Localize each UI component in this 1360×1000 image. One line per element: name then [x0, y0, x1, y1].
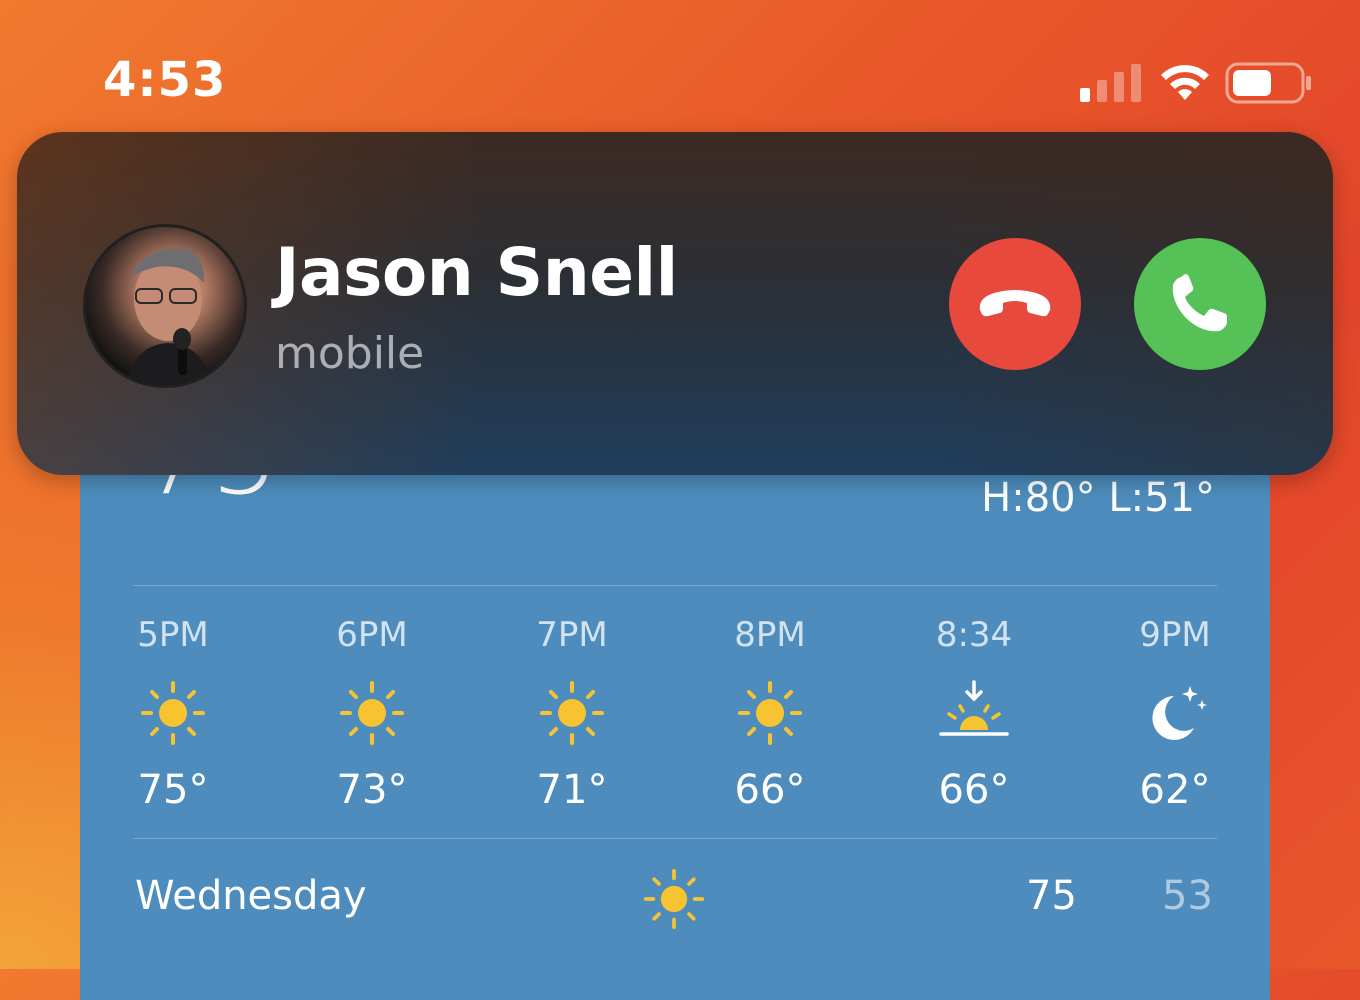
day-low: 53: [1162, 873, 1213, 919]
hour-time: 7PM: [536, 615, 608, 655]
sun-icon: [502, 680, 642, 750]
wifi-icon: [1161, 65, 1209, 100]
high-low: H:80° L:51°: [981, 475, 1215, 521]
divider: [133, 838, 1217, 839]
hour-time: 6PM: [336, 615, 408, 655]
hour-time: 8PM: [734, 615, 806, 655]
accept-call-button[interactable]: [1134, 238, 1266, 370]
hour-temp: 62°: [1139, 767, 1211, 813]
incoming-call-banner[interactable]: Jason Snell mobile: [17, 132, 1333, 475]
day-high: 75: [1026, 873, 1077, 919]
cellular-signal-icon: [1080, 64, 1141, 102]
hour-temp: 66°: [938, 767, 1010, 813]
moon-stars-icon: [1105, 680, 1245, 750]
sun-icon: [643, 868, 705, 934]
hour-temp: 66°: [734, 767, 806, 813]
sun-icon: [700, 680, 840, 750]
sun-icon: [103, 680, 243, 750]
hour-temp: 71°: [536, 767, 608, 813]
hour-time: 9PM: [1139, 615, 1211, 655]
status-icons: [1065, 58, 1311, 108]
caller-name: Jason Snell: [275, 234, 678, 311]
hour-temp: 75°: [137, 767, 209, 813]
hour-time: 8:34: [935, 615, 1013, 655]
hour-time: 5PM: [137, 615, 209, 655]
sunset-icon: [904, 680, 1044, 750]
battery-icon: [1225, 62, 1311, 104]
hour-temp: 73°: [336, 767, 408, 813]
divider: [133, 585, 1217, 586]
phone-icon: [1172, 274, 1227, 332]
person-photo: [126, 248, 212, 385]
caller-label: mobile: [275, 328, 425, 379]
weather-widget[interactable]: 75 H:80° L:51° 5PM 75° 6PM 73° 7PM 71° 8…: [80, 400, 1270, 1000]
avatar: [83, 224, 247, 388]
day-name: Wednesday: [135, 873, 367, 919]
decline-call-button[interactable]: [949, 238, 1081, 370]
phone-down-icon: [979, 290, 1051, 317]
status-time: 4:53: [103, 52, 227, 108]
sun-icon: [302, 680, 442, 750]
